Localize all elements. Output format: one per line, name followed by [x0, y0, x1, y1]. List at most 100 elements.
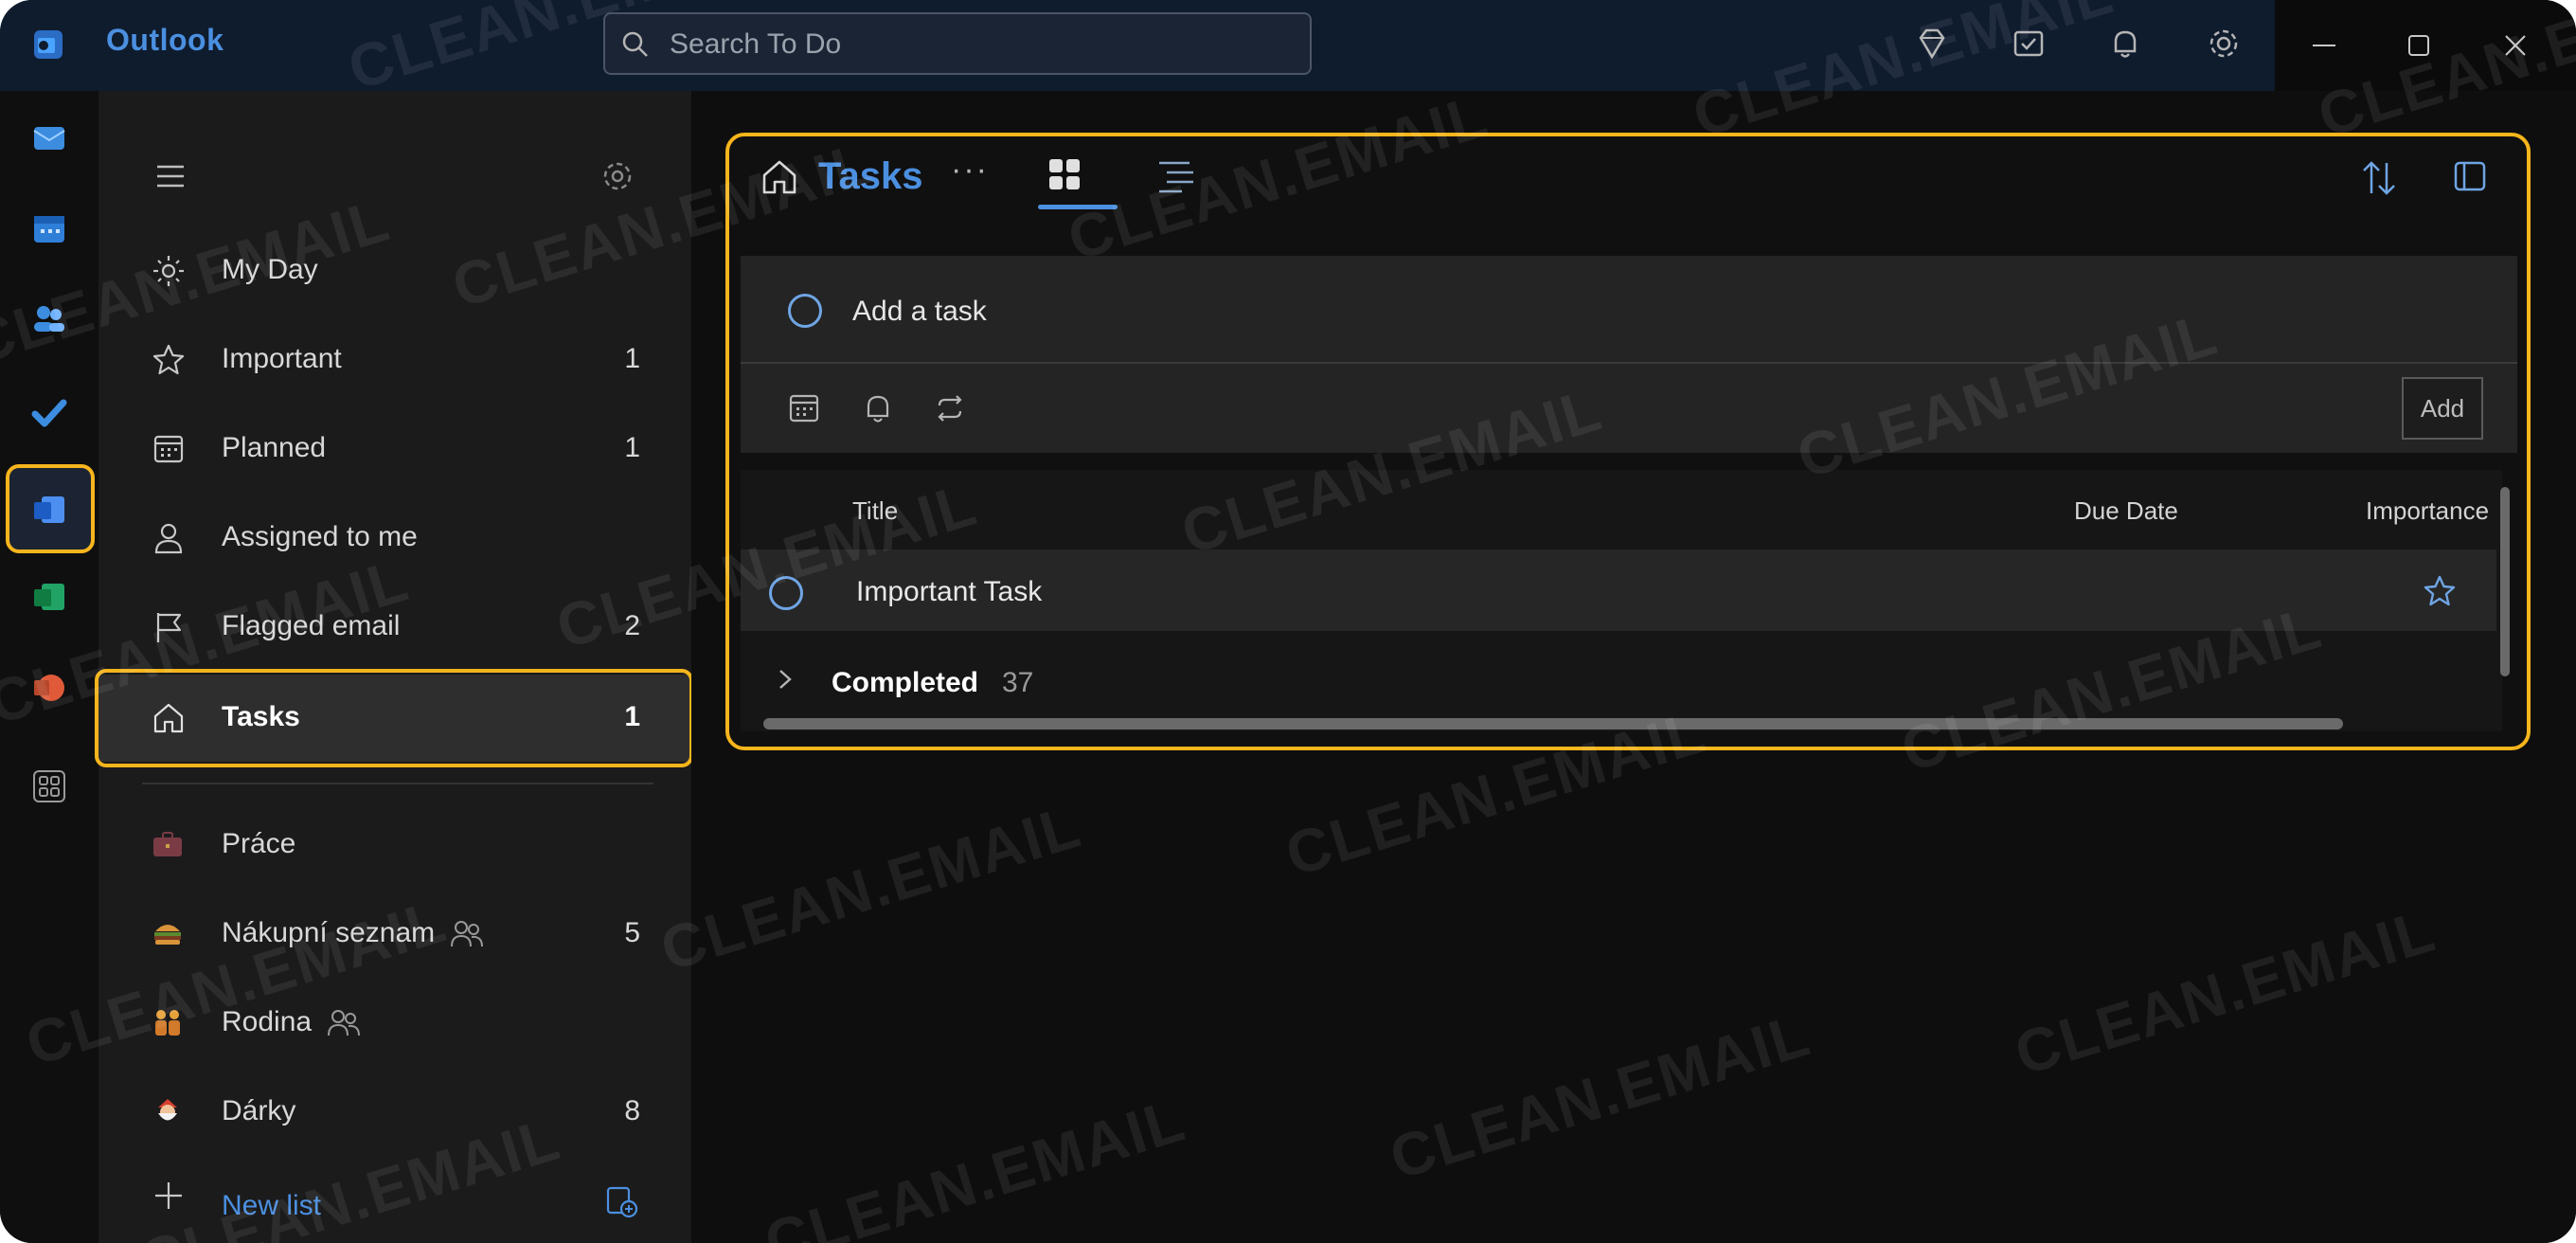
- sidebar-item-label: Rodina: [222, 1006, 313, 1037]
- search-box[interactable]: Search To Do: [603, 12, 1312, 75]
- title-bar: Outlook Search To Do: [0, 0, 2576, 91]
- person-icon: [154, 523, 183, 554]
- reminder-bell-icon[interactable]: [860, 390, 896, 426]
- sidebar-item-label: Important: [222, 343, 342, 374]
- new-group-icon[interactable]: [602, 1182, 640, 1220]
- search-icon: [622, 31, 648, 57]
- word-icon: [34, 496, 64, 523]
- my-day-pane-icon[interactable]: [2010, 25, 2048, 63]
- calendar-grid-icon: [153, 435, 184, 463]
- sidebar-settings-icon[interactable]: [599, 157, 636, 195]
- due-date-icon[interactable]: [786, 390, 822, 426]
- sidebar-item-label: Planned: [222, 432, 327, 463]
- details-pane-icon[interactable]: [2451, 157, 2489, 195]
- rail-excel-button[interactable]: [21, 568, 78, 625]
- plus-icon: [155, 1182, 182, 1209]
- page-title: Tasks: [818, 155, 923, 197]
- column-header-due-date[interactable]: Due Date: [2074, 496, 2178, 526]
- hamburger-menu-icon[interactable]: [152, 157, 189, 195]
- add-task-area: [741, 256, 2517, 453]
- rail-calendar-button[interactable]: [21, 201, 78, 258]
- sidebar-item-label: Dárky: [222, 1095, 296, 1126]
- add-task-circle-icon: [788, 294, 822, 328]
- grid-view-icon[interactable]: [1036, 155, 1097, 208]
- importance-star-icon[interactable]: [2421, 572, 2459, 610]
- mail-icon: [33, 127, 65, 150]
- chevron-right-icon[interactable]: [775, 665, 796, 694]
- sidebar-item-my-day[interactable]: My Day: [98, 227, 691, 315]
- sidebar-item-assigned-to-me[interactable]: Assigned to me: [98, 495, 691, 582]
- completed-section-label[interactable]: Completed: [832, 667, 978, 699]
- repeat-icon[interactable]: [932, 390, 968, 426]
- todo-check-icon: [31, 399, 67, 427]
- list-view-icon[interactable]: [1155, 155, 1197, 197]
- completed-count: 37: [1002, 667, 1034, 698]
- sidebar-item-label: Assigned to me: [222, 521, 418, 552]
- sidebar-item-prace[interactable]: Práce: [98, 802, 691, 889]
- task-title[interactable]: Important Task: [856, 576, 1042, 608]
- sidebar-item-count: 8: [624, 1095, 640, 1126]
- app-window: Outlook Search To Do My Day Important 1 …: [0, 0, 2576, 1243]
- close-icon[interactable]: [2496, 27, 2534, 64]
- rail-todo-button[interactable]: [21, 385, 78, 441]
- sidebar-item-label: Práce: [222, 828, 296, 859]
- burger-icon: [154, 925, 181, 945]
- apps-grid-icon: [33, 770, 65, 802]
- settings-gear-icon[interactable]: [2205, 25, 2243, 63]
- column-header-importance[interactable]: Importance: [2366, 496, 2489, 526]
- window-controls: [2275, 0, 2576, 91]
- excel-icon: [34, 584, 64, 610]
- bell-icon[interactable]: [2106, 25, 2144, 63]
- new-list-button[interactable]: New list: [98, 1162, 691, 1228]
- app-rail: [0, 91, 98, 1243]
- add-task-divider: [741, 362, 2517, 364]
- app-name: Outlook: [106, 23, 224, 57]
- diamond-icon[interactable]: [1913, 25, 1951, 63]
- complete-task-checkbox[interactable]: [769, 576, 803, 610]
- sidebar-item-darky[interactable]: Dárky 8: [98, 1069, 691, 1156]
- star-icon: [152, 344, 185, 375]
- briefcase-icon: [153, 832, 182, 856]
- santa-icon: [158, 1099, 177, 1121]
- family-icon: [155, 1010, 180, 1036]
- outlook-logo-icon: [34, 30, 63, 59]
- sidebar-item-nakupni-seznam[interactable]: Nákupní seznam 5: [98, 891, 691, 978]
- sun-icon: [153, 256, 184, 286]
- add-task-button[interactable]: Add: [2402, 377, 2483, 440]
- sidebar-item-count: 1: [624, 432, 640, 463]
- sidebar-item-planned[interactable]: Planned 1: [98, 405, 691, 493]
- more-options-button[interactable]: ···: [951, 152, 989, 189]
- calendar-icon: [34, 216, 64, 243]
- sidebar-item-label: My Day: [222, 254, 318, 285]
- rail-more-apps-button[interactable]: [21, 758, 78, 815]
- maximize-icon[interactable]: [2400, 27, 2438, 64]
- active-view-indicator: [1038, 205, 1118, 209]
- flag-icon: [156, 613, 182, 642]
- rail-mail-button[interactable]: [21, 110, 78, 167]
- rail-word-button[interactable]: [21, 481, 78, 538]
- search-input[interactable]: Search To Do: [670, 28, 841, 61]
- sidebar-item-flagged-email[interactable]: Flagged email 2: [98, 584, 691, 671]
- new-list-label: New list: [222, 1190, 322, 1221]
- tasks-home-icon: [762, 160, 796, 194]
- column-header-title[interactable]: Title: [852, 496, 898, 526]
- rail-powerpoint-button[interactable]: [21, 659, 78, 716]
- sidebar-item-important[interactable]: Important 1: [98, 316, 691, 404]
- sidebar-item-label: Nákupní seznam: [222, 917, 436, 948]
- sidebar-item-count: 2: [624, 610, 640, 641]
- powerpoint-icon: [34, 675, 64, 701]
- minimize-icon[interactable]: [2305, 27, 2343, 64]
- sidebar-item-rodina[interactable]: Rodina: [98, 980, 691, 1067]
- rail-people-button[interactable]: [21, 290, 78, 347]
- vertical-scrollbar[interactable]: [2500, 487, 2510, 676]
- add-task-input[interactable]: Add a task: [852, 296, 987, 328]
- shared-people-icon: [451, 921, 483, 947]
- sidebar-item-label: Flagged email: [222, 610, 401, 641]
- shared-people-icon: [328, 1010, 360, 1036]
- people-icon: [34, 306, 64, 332]
- sidebar-item-count: 1: [624, 343, 640, 374]
- tasks-highlight-box: [95, 669, 693, 767]
- horizontal-scrollbar[interactable]: [763, 718, 2343, 730]
- sort-icon[interactable]: [2358, 157, 2400, 199]
- sidebar-item-count: 5: [624, 917, 640, 948]
